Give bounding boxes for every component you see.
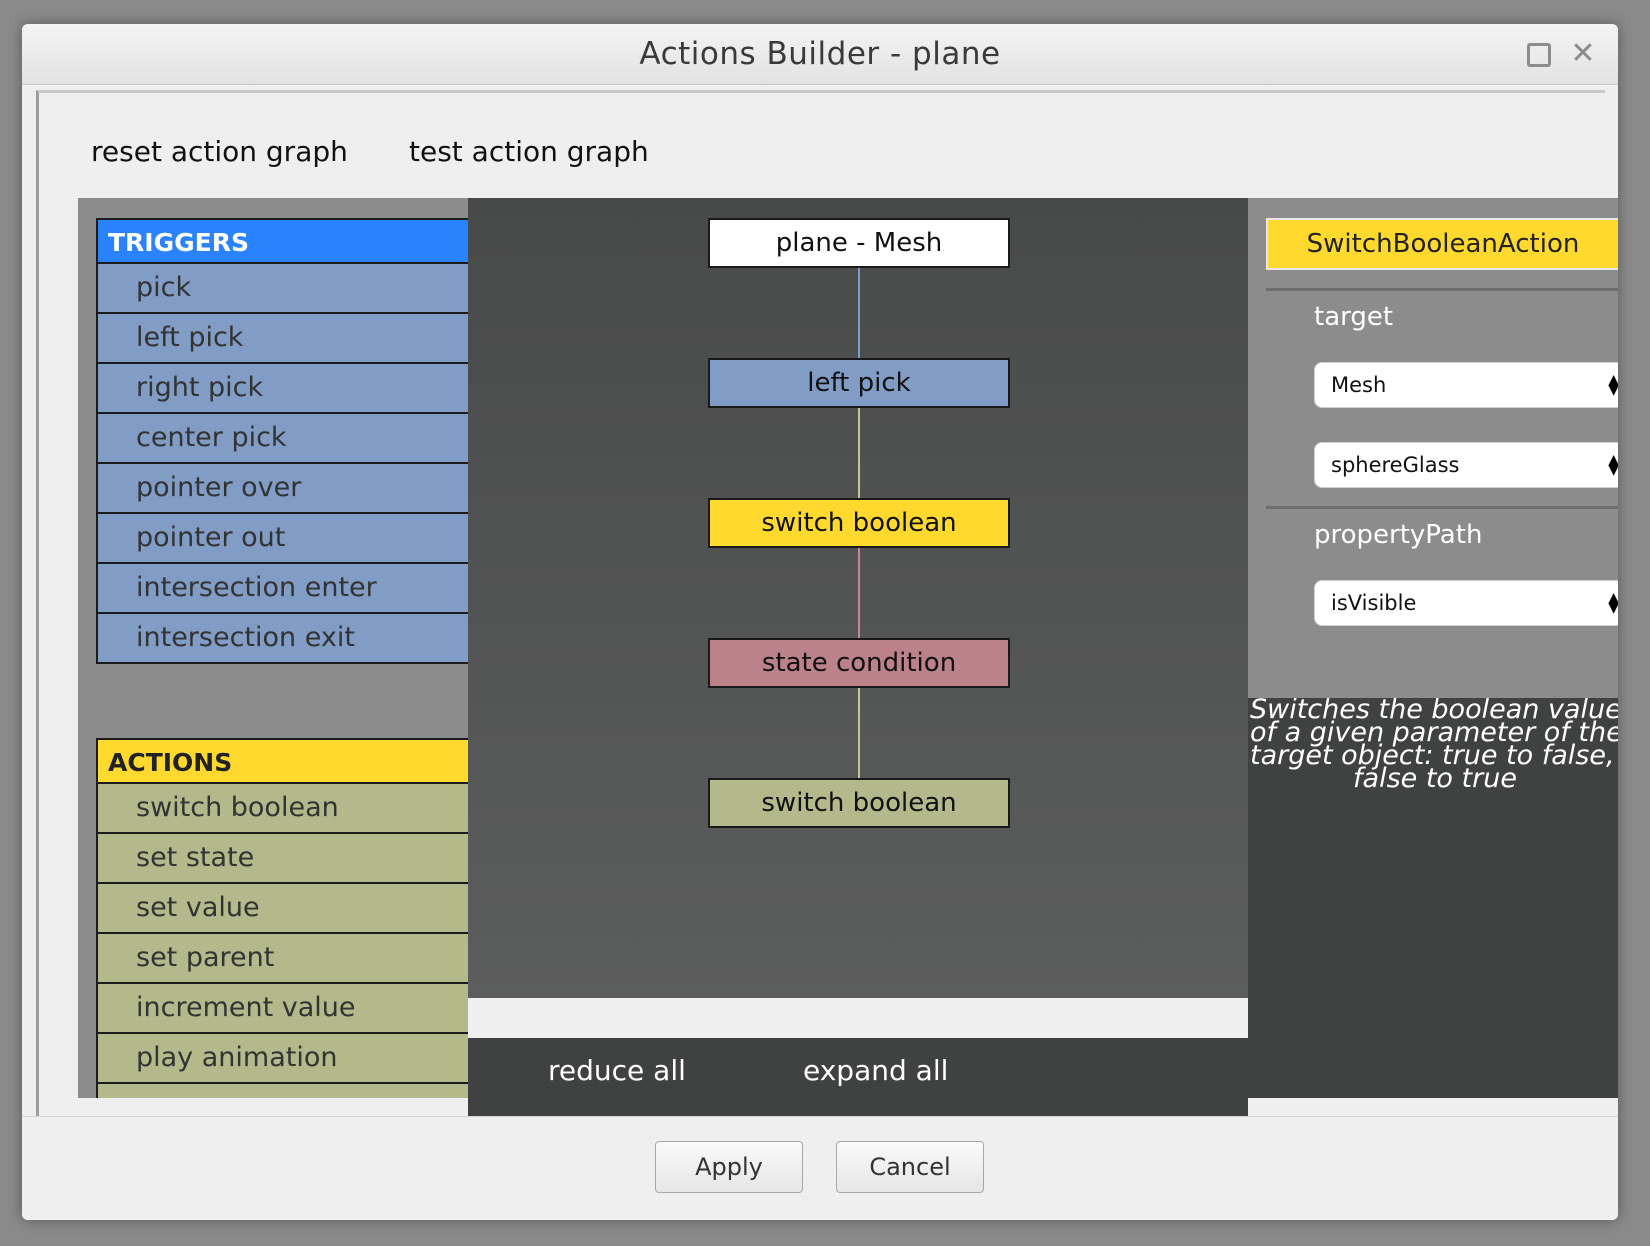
- property-path-value: isVisible: [1331, 591, 1417, 615]
- action-item-set-value[interactable]: set value: [96, 884, 468, 934]
- trigger-item-pointer-over[interactable]: pointer over: [96, 464, 468, 514]
- cancel-button[interactable]: Cancel: [836, 1141, 984, 1193]
- action-item-set-state[interactable]: set state: [96, 834, 468, 884]
- trigger-item-center-pick[interactable]: center pick: [96, 414, 468, 464]
- close-icon[interactable]: ✕: [1570, 39, 1596, 69]
- target-type-select[interactable]: Mesh ▲ ▼: [1314, 362, 1618, 408]
- trigger-item-intersection-exit[interactable]: intersection exit: [96, 614, 468, 664]
- graph-edge: [858, 548, 860, 638]
- action-description-panel: Switches the boolean value of a given pa…: [1248, 698, 1618, 1098]
- window-title: Actions Builder - plane: [639, 36, 1001, 72]
- graph-controls: reduce all expand all: [468, 1038, 1248, 1116]
- select-arrows-icon: ▲ ▼: [1608, 590, 1618, 616]
- trigger-item-intersection-enter[interactable]: intersection enter: [96, 564, 468, 614]
- action-item-cut-off[interactable]: [96, 1084, 468, 1098]
- property-path-select[interactable]: isVisible ▲ ▼: [1314, 580, 1618, 626]
- dialog-footer: Apply Cancel: [22, 1116, 1618, 1220]
- graph-node-condition[interactable]: state condition: [708, 638, 1010, 688]
- divider: [1266, 506, 1618, 509]
- target-label: target: [1314, 302, 1394, 332]
- test-action-graph-button[interactable]: test action graph: [409, 135, 649, 168]
- target-name-value: sphereGlass: [1331, 453, 1460, 477]
- graph-edge: [858, 268, 860, 358]
- action-item-set-parent[interactable]: set parent: [96, 934, 468, 984]
- graph-node-trigger[interactable]: left pick: [708, 358, 1010, 408]
- divider: [1266, 288, 1618, 291]
- element-palette[interactable]: TRIGGERS pick left pick right pick cente…: [78, 198, 468, 1098]
- action-item-play-animation[interactable]: play animation: [96, 1034, 468, 1084]
- action-item-switch-boolean[interactable]: switch boolean: [96, 784, 468, 834]
- triggers-header: TRIGGERS: [96, 218, 468, 264]
- actions-list: ACTIONS switch boolean set state set val…: [96, 738, 468, 1098]
- apply-button[interactable]: Apply: [655, 1141, 803, 1193]
- trigger-item-right-pick[interactable]: right pick: [96, 364, 468, 414]
- graph-edge: [858, 688, 860, 778]
- trigger-item-pointer-out[interactable]: pointer out: [96, 514, 468, 564]
- action-item-increment-value[interactable]: increment value: [96, 984, 468, 1034]
- target-name-select[interactable]: sphereGlass ▲ ▼: [1314, 442, 1618, 488]
- trigger-item-left-pick[interactable]: left pick: [96, 314, 468, 364]
- actions-header: ACTIONS: [96, 738, 468, 784]
- select-arrows-icon: ▲ ▼: [1608, 372, 1618, 398]
- target-type-value: Mesh: [1331, 373, 1387, 397]
- graph-node-action[interactable]: switch boolean: [708, 778, 1010, 828]
- parameters-panel: SwitchBooleanAction target Mesh ▲ ▼ spher…: [1248, 198, 1618, 698]
- graph-edge: [858, 408, 860, 498]
- reset-action-graph-button[interactable]: reset action graph: [91, 135, 348, 168]
- actions-builder-window: Actions Builder - plane ✕ reset action g…: [22, 24, 1618, 1220]
- selected-action-title: SwitchBooleanAction: [1266, 218, 1618, 270]
- maximize-icon[interactable]: [1526, 42, 1552, 68]
- triggers-list: TRIGGERS pick left pick right pick cente…: [96, 218, 468, 664]
- graph-node-root[interactable]: plane - Mesh: [708, 218, 1010, 268]
- select-arrows-icon: ▲ ▼: [1608, 452, 1618, 478]
- expand-all-button[interactable]: expand all: [803, 1054, 948, 1087]
- reduce-all-button[interactable]: reduce all: [548, 1054, 686, 1087]
- title-bar[interactable]: Actions Builder - plane ✕: [22, 24, 1618, 85]
- action-graph-canvas[interactable]: plane - Mesh left pick switch boolean st…: [468, 198, 1248, 998]
- property-path-label: propertyPath: [1314, 520, 1483, 550]
- graph-divider: [468, 998, 1248, 1038]
- graph-node-action-selected[interactable]: switch boolean: [708, 498, 1010, 548]
- trigger-item-pick[interactable]: pick: [96, 264, 468, 314]
